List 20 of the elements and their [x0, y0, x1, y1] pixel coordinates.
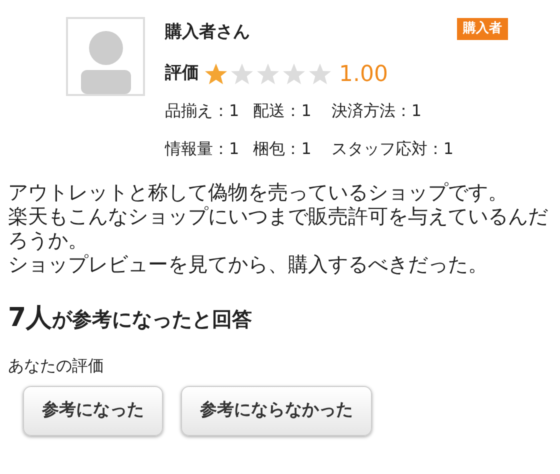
star-icon — [307, 62, 333, 86]
reviewer-name: 購入者さん — [165, 21, 250, 44]
star-icon — [255, 62, 281, 86]
star-icon — [229, 62, 255, 86]
helpful-vote-button[interactable]: 参考になった — [23, 386, 163, 436]
sub-rating: 梱包：1 — [253, 138, 312, 160]
helpful-vote-button[interactable]: 参考にならなかった — [181, 386, 372, 436]
buyer-badge: 購入者 — [457, 18, 508, 40]
rating-label: 評価 — [165, 62, 199, 86]
sub-rating: 配送：1 — [253, 100, 312, 122]
review-text: アウトレットと称して偽物を売っているショップです。 楽天もこんなショップにいつまで販売許可を与えているんだろうか。 ショップレビューを見てから、購入するべきだった。 — [7, 180, 549, 276]
sub-rating: スタッフ応対：1 — [331, 138, 454, 160]
rating-score: 1.00 — [339, 60, 388, 88]
star-icon — [203, 62, 229, 86]
your-rating-label: あなたの評価 — [7, 354, 105, 376]
sub-rating: 情報量：1 — [165, 138, 240, 160]
sub-rating: 決済方法：1 — [331, 100, 422, 122]
helpful-count-heading: 7人が参考になったと回答 — [7, 302, 254, 334]
star-icon — [281, 62, 307, 86]
sub-rating: 品揃え：1 — [165, 100, 240, 122]
